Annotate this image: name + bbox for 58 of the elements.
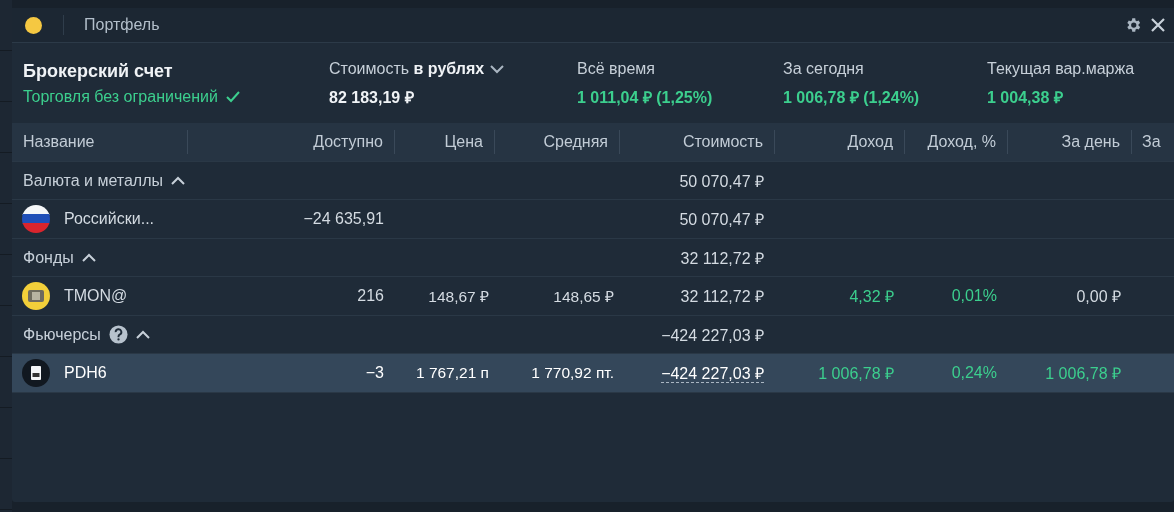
table-cell-text: −3 (364, 364, 385, 382)
fund-icon (22, 282, 50, 310)
group-name: Валюта и металлы (23, 171, 163, 190)
table-cell-text: 148,67 ₽ (427, 287, 490, 307)
table-cell: −424 227,03 ₽ (661, 365, 764, 383)
chevron-icon[interactable] (81, 252, 96, 263)
group-value: −424 227,03 ₽ (660, 325, 765, 346)
table-cell-text: 216 (356, 287, 385, 305)
asset-name: TMON@ (64, 287, 128, 305)
chevron-icon[interactable] (135, 329, 150, 340)
help-icon[interactable] (108, 325, 128, 344)
asset-name: Российски... (64, 210, 154, 228)
chevron-down-icon[interactable] (490, 64, 505, 74)
window-title: Портфель (84, 16, 160, 34)
column-header[interactable]: Доход, % (905, 130, 1008, 154)
stat-value: 82 183,19 ₽ (329, 88, 415, 108)
stat-value: 1 004,38 ₽ (987, 88, 1064, 108)
table-cell-text: 1 006,78 ₽ (817, 364, 895, 384)
chevron-icon[interactable] (171, 175, 185, 186)
group-name: Фьючерсы (23, 325, 101, 344)
asset-name: PDH6 (64, 364, 107, 382)
column-header[interactable]: Стоимость (620, 130, 775, 154)
group-name: Фонды (23, 248, 74, 267)
table-row[interactable]: PDH6 −3 1 767,21 п 1 770,92 пт. −424 227,03 ₽ 1 006,78 ₽ 0,24% 1 006,78 ₽ (12, 354, 1174, 393)
column-header[interactable]: Цена (395, 130, 495, 154)
table-cell-text: 1 767,21 п (414, 364, 490, 382)
table-row[interactable]: Российски... −24 635,91 50 070,47 ₽ (12, 200, 1174, 239)
account-name: Брокерский счет (23, 60, 174, 82)
stat-value: 1 006,78 ₽ (1,24%) (783, 88, 921, 108)
table-cell-text: 0,00 ₽ (1075, 287, 1122, 307)
status-dot-icon (25, 16, 42, 34)
table-cell: 50 070,47 ₽ (679, 211, 764, 228)
table-row[interactable]: TMON@ 216 148,67 ₽ 148,65 ₽ 32 112,72 ₽ 4,32 ₽ 0,01% 0,00 ₽ (12, 277, 1174, 316)
table-cell-text: 0,01% (950, 287, 998, 305)
close-icon[interactable] (1150, 17, 1166, 33)
column-header[interactable]: За день (1008, 130, 1132, 154)
flag-icon (22, 205, 50, 233)
table-cell-text: 4,32 ₽ (848, 287, 895, 307)
stat-value: 1 011,04 ₽ (1,25%) (577, 88, 714, 108)
group-value: 50 070,47 ₽ (678, 171, 765, 192)
table-cell: 32 112,72 ₽ (680, 288, 764, 305)
account-status: Торговля без ограничений (23, 87, 218, 106)
table-cell-text: 0,24% (950, 364, 998, 382)
column-header[interactable]: За (1132, 130, 1174, 154)
group-value: 32 112,72 ₽ (679, 248, 765, 269)
stat-label: Стоимость в рублях (329, 60, 485, 78)
stat-label: За сегодня (783, 60, 864, 78)
column-header[interactable]: Средняя (495, 130, 620, 154)
document-icon (22, 359, 50, 387)
stat-label: Всё время (577, 60, 655, 78)
table-cell-text: 1 770,92 пт. (530, 364, 615, 382)
table-cell-text: −24 635,91 (302, 210, 385, 228)
column-header[interactable]: Доход (775, 130, 905, 154)
stat-label: Текущая вар.маржа (987, 60, 1135, 78)
table-cell-text: 148,65 ₽ (552, 287, 615, 307)
table-cell-text: 1 006,78 ₽ (1044, 364, 1122, 384)
column-header[interactable]: Название (12, 130, 188, 154)
column-header[interactable]: Доступно (188, 130, 395, 154)
